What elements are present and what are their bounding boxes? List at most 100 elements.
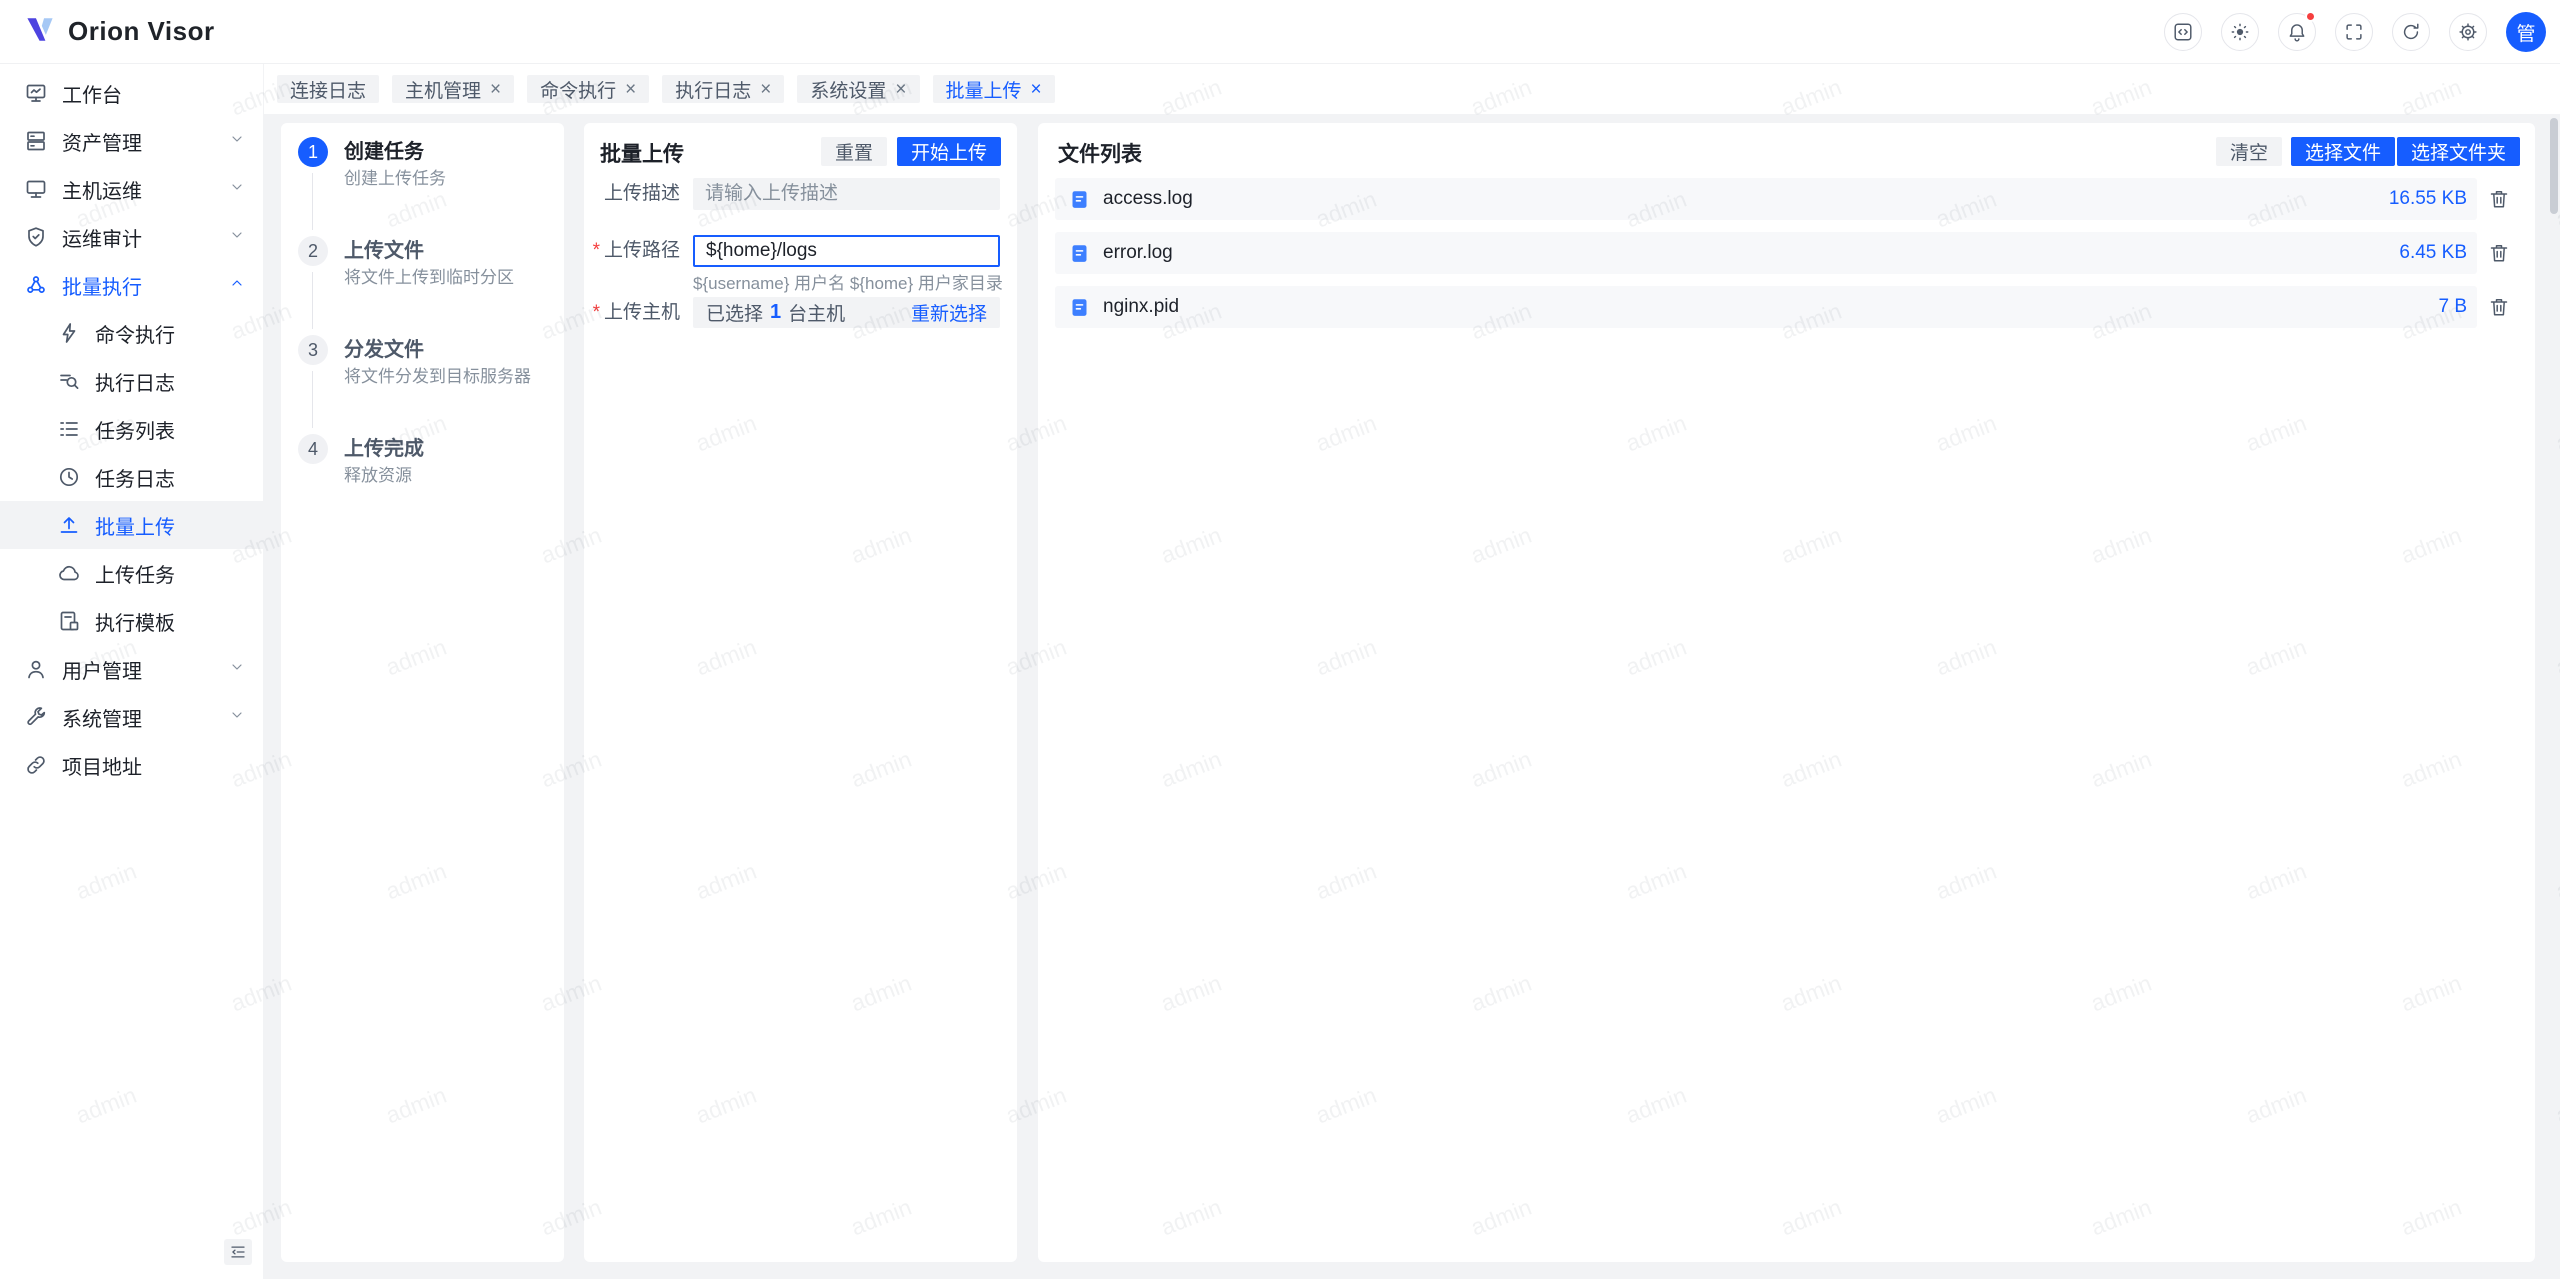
hosts-suffix: 台主机 xyxy=(788,299,845,326)
tab-exec-log[interactable]: 执行日志 × xyxy=(662,75,784,103)
tab-system-settings[interactable]: 系统设置 × xyxy=(797,75,919,103)
hosts-prefix: 已选择 xyxy=(706,299,763,326)
link-icon xyxy=(24,753,48,777)
notification-badge xyxy=(2305,11,2316,22)
sidebar-item-project-link[interactable]: 项目地址 xyxy=(0,741,263,789)
sidebar-item-label: 批量执行 xyxy=(62,271,142,300)
sidebar-collapse-button[interactable] xyxy=(224,1239,252,1265)
sidebar-item-system-mgmt[interactable]: 系统管理 xyxy=(0,693,263,741)
sidebar-item-audit[interactable]: 运维审计 xyxy=(0,213,263,261)
orion-visor-app: Orion Visor xyxy=(0,0,2560,1279)
trash-icon xyxy=(2487,187,2511,211)
lightning-icon xyxy=(57,321,81,345)
sidebar-item-label: 运维审计 xyxy=(62,223,142,252)
select-files-button[interactable]: 选择文件 xyxy=(2291,137,2395,166)
upload-desc-input[interactable] xyxy=(693,178,1000,210)
step-title: 创建任务 xyxy=(344,139,554,165)
file-size: 6.45 KB xyxy=(2399,242,2467,264)
reset-button[interactable]: 重置 xyxy=(821,137,887,166)
sidebar-item-label: 任务列表 xyxy=(95,415,175,444)
step-upload-done: 4 上传完成 释放资源 xyxy=(281,420,564,519)
chevron-down-icon xyxy=(229,706,245,729)
tab-host-mgmt[interactable]: 主机管理 × xyxy=(392,75,514,103)
upload-path-input[interactable] xyxy=(693,235,1000,267)
sidebar-item-task-list[interactable]: 任务列表 xyxy=(0,405,263,453)
step-title: 上传完成 xyxy=(344,436,554,462)
tab-close-icon[interactable]: × xyxy=(625,80,636,99)
clock-icon xyxy=(57,465,81,489)
sidebar-item-assets[interactable]: 资产管理 xyxy=(0,117,263,165)
sidebar-item-exec-log[interactable]: 执行日志 xyxy=(0,357,263,405)
trash-icon xyxy=(2487,295,2511,319)
step-number-badge: 3 xyxy=(298,335,328,365)
user-avatar[interactable]: 管 xyxy=(2506,12,2546,52)
tab-label: 命令执行 xyxy=(540,76,616,103)
top-header: Orion Visor xyxy=(0,0,2560,64)
sidebar-item-cmd-exec[interactable]: 命令执行 xyxy=(0,309,263,357)
step-desc: 将文件上传到临时分区 xyxy=(344,267,554,289)
sidebar-item-label: 资产管理 xyxy=(62,127,142,156)
tab-close-icon[interactable]: × xyxy=(1031,80,1042,99)
wrench-icon xyxy=(24,705,48,729)
step-title: 上传文件 xyxy=(344,238,554,264)
upload-hosts-label: 上传主机 xyxy=(584,297,680,329)
step-number-badge: 4 xyxy=(298,434,328,464)
step-desc: 创建上传任务 xyxy=(344,168,554,190)
sidebar-item-batch-exec[interactable]: 批量执行 xyxy=(0,261,263,309)
file-row: nginx.pid 7 B xyxy=(1055,286,2477,328)
delete-file-button[interactable] xyxy=(2487,187,2511,211)
tab-close-icon[interactable]: × xyxy=(490,80,501,99)
start-upload-button[interactable]: 开始上传 xyxy=(897,137,1001,166)
gear-icon xyxy=(2457,21,2479,43)
batch-upload-panel: 批量上传 重置 开始上传 上传描述 上传路径 ${username} 用户名 $… xyxy=(584,123,1017,1262)
page-scrollbar-thumb[interactable] xyxy=(2550,118,2558,214)
upload-path-label: 上传路径 xyxy=(584,235,680,267)
theme-toggle-button[interactable] xyxy=(2221,13,2259,51)
sidebar-item-upload-tasks[interactable]: 上传任务 xyxy=(0,549,263,597)
menu-fold-icon xyxy=(229,1243,247,1261)
fullscreen-button[interactable] xyxy=(2335,13,2373,51)
sidebar-item-label: 命令执行 xyxy=(95,319,175,348)
header-actions: 管 xyxy=(2164,0,2546,64)
tab-label: 主机管理 xyxy=(405,76,481,103)
file-name: access.log xyxy=(1103,188,1193,210)
file-name: error.log xyxy=(1103,242,1173,264)
file-row: error.log 6.45 KB xyxy=(1055,232,2477,274)
file-size: 16.55 KB xyxy=(2389,188,2467,210)
main-content: 1 创建任务 创建上传任务 2 上传文件 将文件上传到临时分区 3 xyxy=(264,114,2560,1279)
desktop-icon xyxy=(24,177,48,201)
tab-batch-upload[interactable]: 批量上传 × xyxy=(933,75,1055,103)
tab-cmd-exec[interactable]: 命令执行 × xyxy=(527,75,649,103)
dashboard-icon xyxy=(24,81,48,105)
refresh-icon xyxy=(2400,21,2422,43)
sidebar-item-label: 工作台 xyxy=(62,79,122,108)
search-log-icon xyxy=(57,369,81,393)
sidebar-item-user-mgmt[interactable]: 用户管理 xyxy=(0,645,263,693)
server-icon xyxy=(24,129,48,153)
sidebar-item-label: 执行日志 xyxy=(95,367,175,396)
tab-close-icon[interactable]: × xyxy=(895,80,906,99)
sidebar-item-task-log[interactable]: 任务日志 xyxy=(0,453,263,501)
api-docs-button[interactable] xyxy=(2164,13,2202,51)
settings-button[interactable] xyxy=(2449,13,2487,51)
delete-file-button[interactable] xyxy=(2487,241,2511,265)
panel-title: 批量上传 xyxy=(600,138,684,168)
clear-files-button[interactable]: 清空 xyxy=(2216,137,2282,166)
sidebar-item-host-ops[interactable]: 主机运维 xyxy=(0,165,263,213)
select-folder-button[interactable]: 选择文件夹 xyxy=(2397,137,2520,166)
step-create-task: 1 创建任务 创建上传任务 xyxy=(281,123,564,222)
reselect-hosts-link[interactable]: 重新选择 xyxy=(911,299,987,326)
tab-close-icon[interactable]: × xyxy=(760,80,771,99)
sidebar-item-workbench[interactable]: 工作台 xyxy=(0,69,263,117)
delete-file-button[interactable] xyxy=(2487,295,2511,319)
upload-icon xyxy=(57,513,81,537)
notifications-button[interactable] xyxy=(2278,13,2316,51)
step-number-badge: 1 xyxy=(298,137,328,167)
sidebar-item-batch-upload[interactable]: 批量上传 xyxy=(0,501,263,549)
sidebar-item-label: 执行模板 xyxy=(95,607,175,636)
sidebar-item-exec-template[interactable]: 执行模板 xyxy=(0,597,263,645)
tab-connection-log[interactable]: 连接日志 xyxy=(277,75,379,103)
file-text-icon xyxy=(1069,243,1090,264)
refresh-button[interactable] xyxy=(2392,13,2430,51)
logo-v-icon xyxy=(22,11,58,52)
